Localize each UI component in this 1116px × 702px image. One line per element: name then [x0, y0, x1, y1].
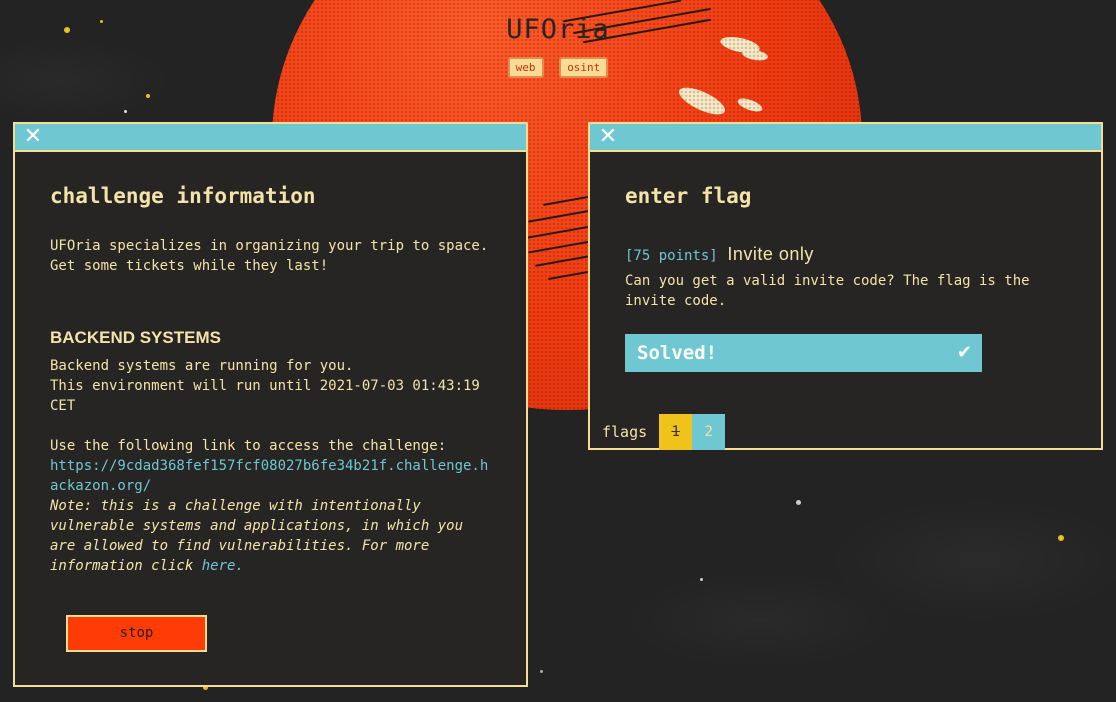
disclaimer-note: Note: this is a challenge with intention… — [50, 496, 496, 576]
star — [124, 110, 127, 113]
star — [700, 578, 703, 581]
more-info-link[interactable]: here. — [202, 558, 244, 574]
note-text: Note: this is a challenge with intention… — [50, 498, 464, 574]
checkmark-icon: ✔ — [956, 342, 972, 363]
stop-button[interactable]: stop — [66, 615, 207, 652]
solved-status-bar: Solved! ✔ — [625, 334, 982, 372]
enter-flag-window: ✕ enter flag [75 points] Invite only Can… — [588, 122, 1103, 450]
window-titlebar: ✕ — [590, 124, 1101, 152]
window-titlebar: ✕ — [15, 124, 526, 152]
star — [1058, 535, 1064, 541]
challenge-link[interactable]: https://9cdad368fef157fcf08027b6fe34b21f… — [50, 456, 496, 496]
tag-osint[interactable]: osint — [559, 57, 609, 78]
tag-web[interactable]: web — [507, 57, 544, 78]
flags-label: flags — [602, 423, 648, 441]
star — [146, 94, 150, 98]
flags-tab-bar: flags 1 2 — [590, 414, 726, 450]
flag-tab-1[interactable]: 1 — [659, 414, 693, 450]
solved-label: Solved! — [637, 342, 718, 364]
challenge-name: Invite only — [727, 244, 814, 264]
challenge-description: UFOria specializes in organizing your tr… — [50, 238, 489, 274]
star — [540, 670, 543, 673]
challenge-title-row: [75 points] Invite only — [625, 244, 1071, 265]
backend-heading: BACKEND SYSTEMS — [50, 328, 221, 347]
flag-content: enter flag [75 points] Invite only Can y… — [625, 184, 1071, 311]
link-intro: Use the following link to access the cha… — [50, 438, 447, 454]
star — [796, 500, 801, 505]
challenge-info-content: challenge information UFOria specializes… — [50, 184, 496, 576]
challenge-question: Can you get a valid invite code? The fla… — [625, 273, 1030, 309]
backend-status-text: Backend systems are running for you. Thi… — [50, 358, 480, 414]
tag-list: web osint — [0, 56, 1116, 78]
flag-tab-2[interactable]: 2 — [692, 414, 726, 450]
page-title: UFOria — [506, 14, 610, 45]
close-icon[interactable]: ✕ — [23, 126, 43, 148]
points-badge: [75 points] — [625, 248, 718, 264]
challenge-info-window: ✕ challenge information UFOria specializ… — [13, 122, 528, 687]
section-heading: enter flag — [625, 184, 752, 208]
section-heading: challenge information — [50, 184, 316, 208]
close-icon[interactable]: ✕ — [598, 126, 618, 148]
